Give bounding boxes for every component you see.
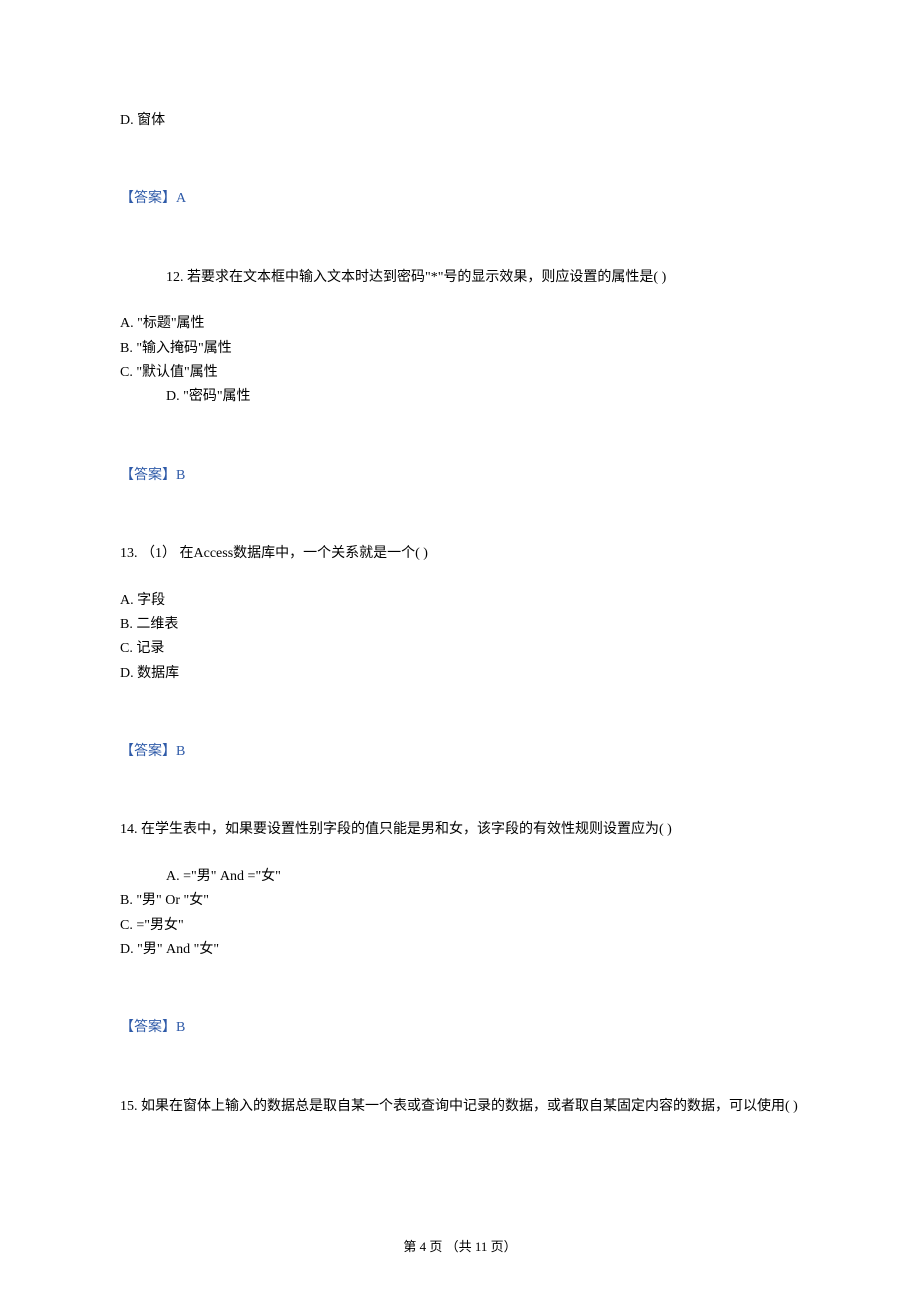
q11-answer: 【答案】A (120, 188, 800, 210)
q12-optA: A. "标题"属性 (120, 313, 800, 335)
q11-optD: D. 窗体 (120, 110, 800, 132)
page: D. 窗体 【答案】A 12. 若要求在文本框中输入文本时达到密码"*"号的显示… (0, 0, 920, 1302)
q13-stem: 13. （1） 在Access数据库中，一个关系就是一个( ) (120, 543, 800, 565)
page-number: 第 4 页 （共 11 页） (403, 1237, 516, 1258)
q13-answer: 【答案】B (120, 741, 800, 763)
q14-answer: 【答案】B (120, 1017, 800, 1039)
q12-stem: 12. 若要求在文本框中输入文本时达到密码"*"号的显示效果，则应设置的属性是(… (120, 267, 800, 289)
page-footer: 第 4 页 （共 11 页） (0, 1237, 920, 1258)
q13-optC: C. 记录 (120, 638, 800, 660)
q14-optB: B. "男" Or "女" (120, 890, 800, 912)
q14-optC: C. ="男女" (120, 915, 800, 937)
q12-optC: C. "默认值"属性 (120, 362, 800, 384)
q13-optD: D. 数据库 (120, 663, 800, 685)
q12-optB: B. "输入掩码"属性 (120, 338, 800, 360)
q15-stem: 15. 如果在窗体上输入的数据总是取自某一个表或查询中记录的数据，或者取自某固定… (120, 1096, 800, 1118)
q14-stem: 14. 在学生表中，如果要设置性别字段的值只能是男和女，该字段的有效性规则设置应… (120, 819, 800, 841)
q12-optD: D. "密码"属性 (120, 386, 800, 408)
q14-optD: D. "男" And "女" (120, 939, 800, 961)
q14-optA: A. ="男" And ="女" (120, 866, 800, 888)
q12-answer: 【答案】B (120, 465, 800, 487)
q13-optB: B. 二维表 (120, 614, 800, 636)
q13-optA: A. 字段 (120, 590, 800, 612)
